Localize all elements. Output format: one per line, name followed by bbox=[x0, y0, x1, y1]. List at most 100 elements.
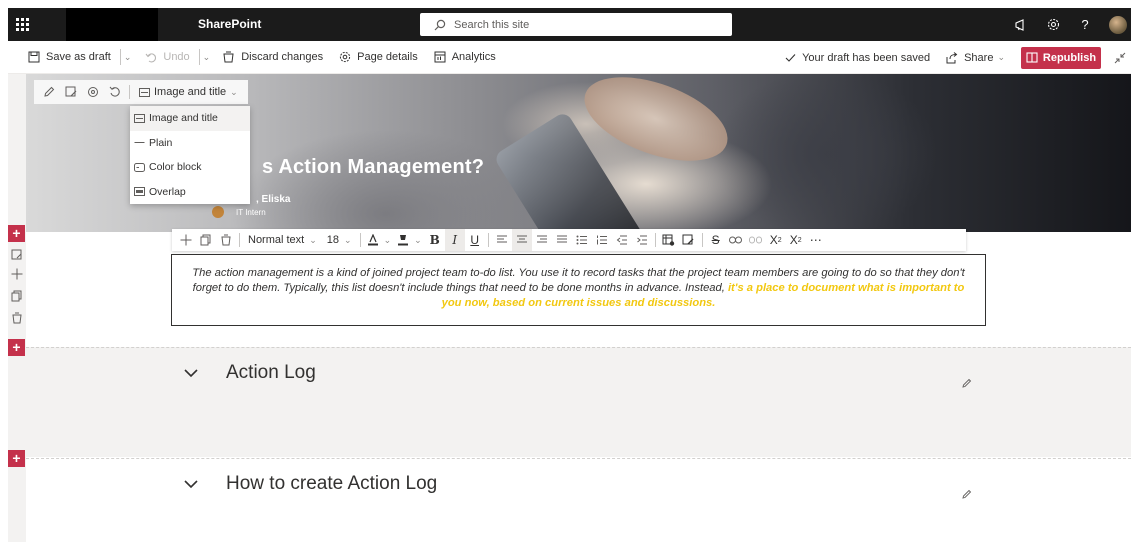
color-block-icon bbox=[134, 162, 145, 172]
chevron-down-icon: ⌄ bbox=[309, 234, 317, 245]
delete-icon[interactable] bbox=[10, 311, 24, 325]
highlight-color-button[interactable]: ⌄ bbox=[394, 229, 425, 251]
author-name: , Eliska bbox=[256, 194, 291, 205]
underline-button[interactable]: U bbox=[465, 229, 485, 251]
edit-image-icon[interactable] bbox=[60, 81, 82, 103]
chevron-down-icon[interactable] bbox=[182, 475, 200, 493]
edit-section-icon[interactable] bbox=[962, 489, 972, 502]
numbered-list-icon[interactable] bbox=[592, 229, 612, 251]
divider bbox=[239, 233, 240, 247]
plain-icon bbox=[134, 142, 145, 144]
add-section-button[interactable]: + bbox=[8, 225, 25, 242]
analytics-label: Analytics bbox=[451, 51, 496, 63]
save-as-draft-label: Save as draft bbox=[46, 51, 111, 63]
focal-point-icon[interactable] bbox=[82, 81, 104, 103]
search-placeholder: Search this site bbox=[454, 18, 530, 31]
move-icon[interactable] bbox=[10, 267, 24, 281]
app-launcher-icon[interactable] bbox=[8, 8, 36, 41]
avatar[interactable] bbox=[1109, 15, 1127, 34]
subscript-button[interactable]: X2 bbox=[786, 229, 806, 251]
layout-option-plain[interactable]: Plain bbox=[130, 131, 250, 156]
delete-icon[interactable] bbox=[216, 229, 236, 251]
more-options-icon[interactable]: ⋯ bbox=[806, 229, 826, 251]
increase-indent-icon[interactable] bbox=[632, 229, 652, 251]
section-action-log[interactable]: Action Log bbox=[26, 347, 1131, 457]
chevron-down-icon[interactable]: ⌄ bbox=[124, 52, 132, 63]
pencil-icon[interactable] bbox=[38, 81, 60, 103]
link-icon[interactable] bbox=[726, 229, 746, 251]
unlink-icon[interactable] bbox=[746, 229, 766, 251]
hero-toolbar: Image and title ⌄ bbox=[34, 80, 248, 104]
page-details-button[interactable]: Page details bbox=[331, 41, 426, 74]
justify-icon[interactable] bbox=[552, 229, 572, 251]
text-format-toolbar: Normal text ⌄ 18 ⌄ ⌄ ⌄ B I U S X 2 X 2 ⋯ bbox=[172, 229, 966, 251]
layout-option-label: Plain bbox=[149, 136, 173, 149]
text-web-part[interactable]: The action management is a kind of joine… bbox=[171, 254, 986, 326]
layout-dropdown-button[interactable]: Image and title ⌄ bbox=[133, 80, 244, 104]
layout-option-overlap[interactable]: Overlap bbox=[130, 180, 250, 205]
bullet-list-icon[interactable] bbox=[572, 229, 592, 251]
divider bbox=[359, 233, 361, 247]
command-bar-right: Your draft has been saved Share ⌄ Republ… bbox=[777, 41, 1131, 74]
bold-button[interactable]: B bbox=[425, 229, 445, 251]
divider bbox=[198, 49, 200, 65]
draft-status-text: Your draft has been saved bbox=[802, 51, 931, 64]
edit-section-icon[interactable] bbox=[962, 378, 972, 391]
layout-option-color-block[interactable]: Color block bbox=[130, 155, 250, 180]
edit-section-icon[interactable] bbox=[10, 248, 24, 262]
gear-icon[interactable] bbox=[1037, 8, 1069, 41]
add-section-button[interactable]: + bbox=[8, 339, 25, 356]
align-left-icon[interactable] bbox=[492, 229, 512, 251]
font-size-label: 18 bbox=[326, 234, 340, 246]
help-icon[interactable]: ? bbox=[1069, 8, 1101, 41]
undo-button[interactable]: Undo bbox=[137, 41, 197, 74]
share-button[interactable]: Share ⌄ bbox=[938, 41, 1013, 74]
command-bar: Save as draft ⌄ Undo ⌄ Discard changes P… bbox=[8, 41, 1131, 74]
chevron-down-icon[interactable] bbox=[182, 364, 200, 382]
move-icon[interactable] bbox=[176, 229, 196, 251]
save-as-draft-button[interactable]: Save as draft bbox=[8, 41, 119, 74]
collapsible-header[interactable]: Action Log bbox=[182, 362, 316, 384]
page-details-label: Page details bbox=[357, 51, 418, 63]
italic-button[interactable]: I bbox=[444, 229, 465, 251]
clear-format-icon[interactable] bbox=[679, 229, 699, 251]
analytics-button[interactable]: Analytics bbox=[426, 41, 504, 74]
duplicate-icon[interactable] bbox=[196, 229, 216, 251]
image-title-icon bbox=[134, 113, 145, 123]
layout-option-image-and-title[interactable]: Image and title bbox=[130, 106, 250, 131]
strikethrough-button[interactable]: S bbox=[706, 229, 726, 251]
search-box[interactable]: Search this site bbox=[420, 13, 732, 36]
font-size-dropdown[interactable]: 18 ⌄ bbox=[322, 229, 357, 251]
author-avatar bbox=[212, 206, 224, 218]
decrease-indent-icon[interactable] bbox=[612, 229, 632, 251]
overlap-icon bbox=[134, 187, 145, 197]
font-color-icon bbox=[367, 234, 378, 246]
republish-button[interactable]: Republish bbox=[1021, 46, 1101, 69]
insert-table-icon[interactable] bbox=[659, 229, 679, 251]
chevron-down-icon: ⌄ bbox=[230, 86, 238, 97]
duplicate-icon[interactable] bbox=[10, 289, 24, 303]
layout-option-label: Color block bbox=[149, 161, 202, 174]
image-title-icon bbox=[139, 87, 150, 97]
reset-icon[interactable] bbox=[104, 81, 126, 103]
text-style-label: Normal text bbox=[248, 234, 305, 246]
app-name[interactable]: SharePoint bbox=[198, 17, 261, 31]
align-right-icon[interactable] bbox=[532, 229, 552, 251]
collapse-icon[interactable] bbox=[1109, 47, 1131, 69]
divider bbox=[701, 233, 703, 247]
page-title[interactable]: s Action Management? bbox=[262, 156, 484, 179]
align-center-icon[interactable] bbox=[511, 229, 532, 251]
discard-changes-button[interactable]: Discard changes bbox=[214, 41, 331, 74]
megaphone-icon[interactable] bbox=[1005, 8, 1037, 41]
checkmark-icon bbox=[785, 53, 796, 62]
superscript-button[interactable]: X2 bbox=[766, 229, 786, 251]
chevron-down-icon[interactable]: ⌄ bbox=[203, 52, 211, 63]
font-color-button[interactable]: ⌄ bbox=[364, 229, 395, 251]
author-role: IT Intern bbox=[212, 206, 266, 218]
text-style-dropdown[interactable]: Normal text ⌄ bbox=[243, 229, 322, 251]
chevron-down-icon: ⌄ bbox=[344, 234, 352, 245]
collapsible-header[interactable]: How to create Action Log bbox=[182, 473, 437, 495]
suite-bar: SharePoint Search this site ? bbox=[8, 8, 1131, 41]
add-section-button[interactable]: + bbox=[8, 450, 25, 467]
section-how-to-create[interactable]: How to create Action Log bbox=[26, 458, 1131, 542]
